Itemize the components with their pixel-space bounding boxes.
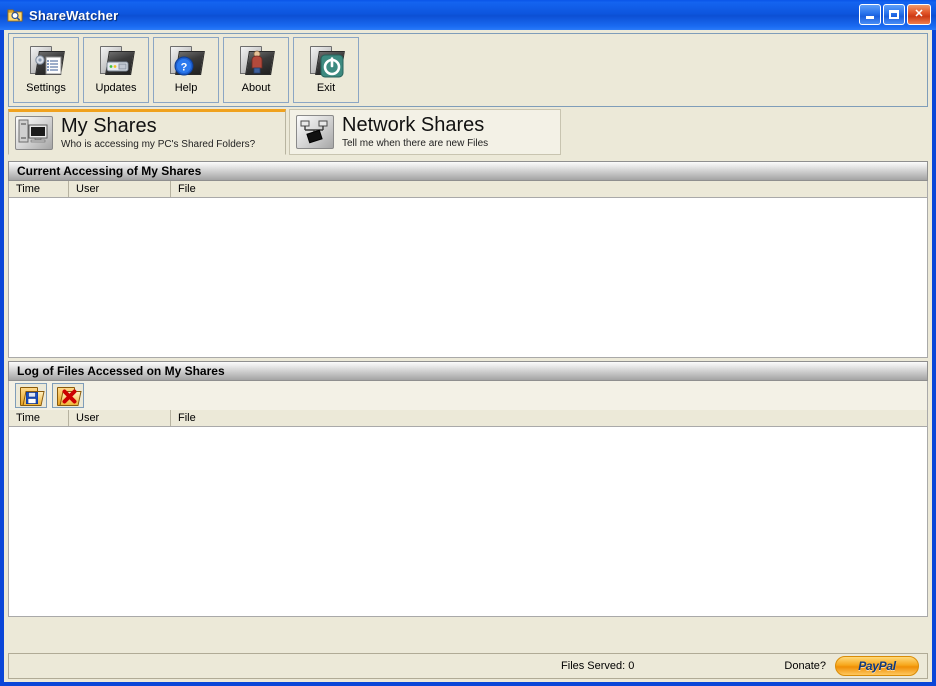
about-button-label: About xyxy=(241,82,271,94)
log-column-header-file[interactable]: File xyxy=(171,410,927,426)
tab-my-shares[interactable]: My Shares Who is accessing my PC's Share… xyxy=(8,109,286,155)
paypal-donate-button[interactable]: PayPal xyxy=(835,656,919,676)
log-header: Log of Files Accessed on My Shares xyxy=(8,361,928,381)
toolbar: Settings Updates ? Help About Exit xyxy=(8,33,928,107)
tab-my-shares-title: My Shares xyxy=(61,115,157,137)
save-log-icon xyxy=(20,386,45,406)
network-topology-icon xyxy=(296,115,334,149)
folder-help-icon: ? xyxy=(166,42,206,80)
files-served-status: Files Served: 0 xyxy=(561,660,635,672)
paypal-label: PayPal xyxy=(858,659,896,673)
current-accessing-section: Current Accessing of My Shares Time User… xyxy=(8,161,928,358)
application-window: ShareWatcher ✕ Settings Updates ? Help A… xyxy=(0,0,936,686)
folder-about-icon xyxy=(236,42,276,80)
computer-monitor-icon xyxy=(15,116,53,150)
status-bar: Files Served: 0 Donate? PayPal xyxy=(8,653,928,679)
column-header-time[interactable]: Time xyxy=(9,181,69,197)
column-header-user[interactable]: User xyxy=(69,181,171,197)
help-button[interactable]: ? Help xyxy=(153,37,219,103)
tab-network-shares-subtitle: Tell me when there are new Files xyxy=(342,138,489,149)
exit-button-label: Exit xyxy=(316,82,336,94)
folder-magnifier-icon xyxy=(7,7,23,23)
title-bar: ShareWatcher ✕ xyxy=(0,0,936,30)
log-list[interactable] xyxy=(8,427,928,617)
donate-label: Donate? xyxy=(784,660,826,672)
svg-text:?: ? xyxy=(181,62,188,74)
tab-my-shares-subtitle: Who is accessing my PC's Shared Folders? xyxy=(61,139,256,150)
current-accessing-list[interactable] xyxy=(8,198,928,358)
folder-power-icon xyxy=(306,42,346,80)
folder-updates-icon xyxy=(96,42,136,80)
log-column-header-user[interactable]: User xyxy=(69,410,171,426)
tab-network-shares[interactable]: Network Shares Tell me when there are ne… xyxy=(289,109,561,155)
close-button[interactable]: ✕ xyxy=(907,4,931,25)
log-toolbar xyxy=(8,381,928,410)
updates-button[interactable]: Updates xyxy=(83,37,149,103)
minimize-button[interactable] xyxy=(859,4,881,25)
current-accessing-header: Current Accessing of My Shares xyxy=(8,161,928,181)
about-button[interactable]: About xyxy=(223,37,289,103)
tab-network-shares-title: Network Shares xyxy=(342,114,485,136)
column-header-file[interactable]: File xyxy=(171,181,927,197)
tab-strip: My Shares Who is accessing my PC's Share… xyxy=(8,109,928,157)
folder-settings-icon xyxy=(26,42,66,80)
clear-log-button[interactable] xyxy=(52,383,84,408)
exit-button[interactable]: Exit xyxy=(293,37,359,103)
log-column-headers: Time User File xyxy=(8,410,928,427)
current-accessing-column-headers: Time User File xyxy=(8,181,928,198)
clear-log-icon xyxy=(57,386,82,406)
settings-button-label: Settings xyxy=(26,82,66,94)
window-title: ShareWatcher xyxy=(29,7,119,23)
log-section: Log of Files Accessed on My Shares Time … xyxy=(8,361,928,617)
settings-button[interactable]: Settings xyxy=(13,37,79,103)
window-controls: ✕ xyxy=(859,4,931,25)
save-log-button[interactable] xyxy=(15,383,47,408)
help-button-label: Help xyxy=(174,82,198,94)
log-column-header-time[interactable]: Time xyxy=(9,410,69,426)
client-area: Settings Updates ? Help About Exit My Sh… xyxy=(4,30,932,682)
updates-button-label: Updates xyxy=(95,82,137,94)
maximize-button[interactable] xyxy=(883,4,905,25)
